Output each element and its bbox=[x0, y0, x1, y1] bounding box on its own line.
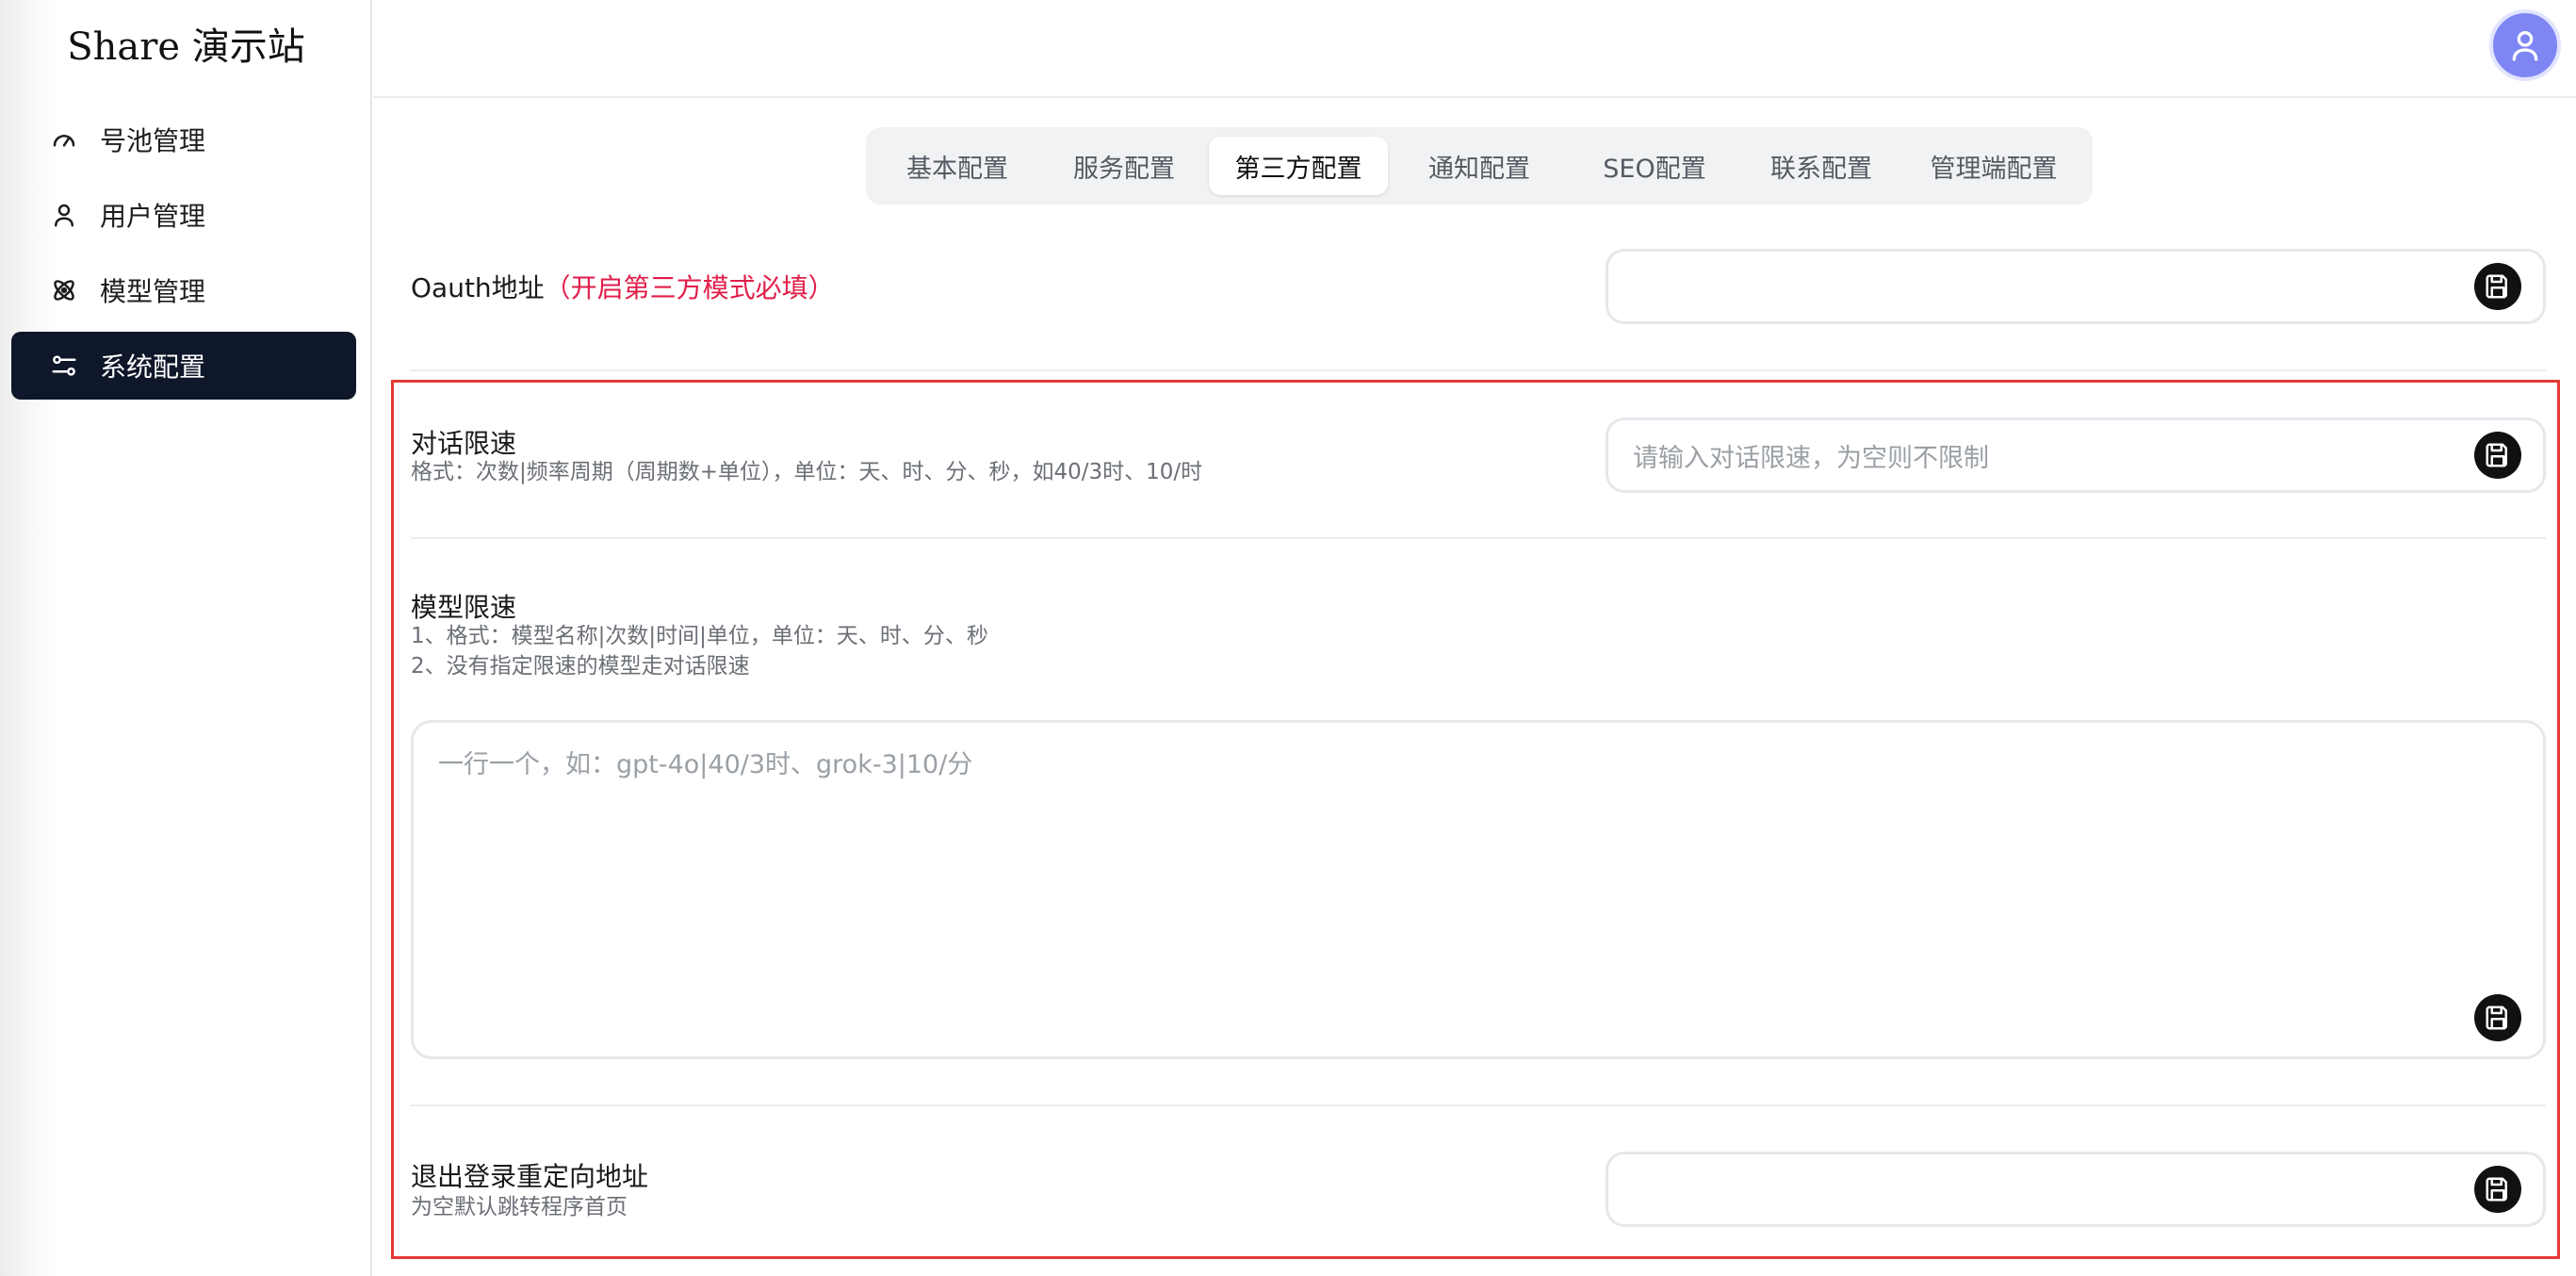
save-icon bbox=[2486, 1006, 2507, 1030]
avatar[interactable] bbox=[2489, 9, 2561, 81]
model-limit-placeholder: 一行一个，如：gpt-4o|40/3时、grok-3|10/分 bbox=[438, 750, 973, 779]
chat-limit-input[interactable]: 请输入对话限速，为空则不限制 bbox=[1606, 417, 2546, 493]
save-icon bbox=[2486, 443, 2507, 467]
logout-redirect-label: 退出登录重定向地址 bbox=[411, 1161, 649, 1192]
chat-limit-placeholder: 请输入对话限速，为空则不限制 bbox=[1633, 443, 1989, 473]
tab-basic[interactable]: 基本配置 bbox=[875, 137, 1039, 195]
model-limit-label: 模型限速 bbox=[411, 592, 517, 623]
chat-limit-save-button[interactable] bbox=[2474, 432, 2521, 479]
sidebar-item-label: 号池管理 bbox=[100, 125, 206, 156]
config-tabs: 基本配置 服务配置 第三方配置 通知配置 SEO配置 联系配置 管理端配置 bbox=[866, 127, 2093, 204]
tab-service[interactable]: 服务配置 bbox=[1039, 137, 1209, 195]
tab-notification[interactable]: 通知配置 bbox=[1388, 137, 1571, 195]
user-avatar-icon bbox=[2512, 31, 2538, 61]
model-limit-description-2: 2、没有指定限速的模型走对话限速 bbox=[411, 654, 750, 679]
divider bbox=[411, 369, 2546, 371]
sidebar: Share 演示站 号池管理 用户管理 模型管理 系统配置 bbox=[0, 0, 372, 1276]
user-icon bbox=[49, 200, 79, 230]
gauge-icon bbox=[49, 124, 79, 155]
save-icon bbox=[2486, 274, 2507, 299]
logout-redirect-save-button[interactable] bbox=[2474, 1166, 2521, 1213]
sidebar-item-models[interactable]: 模型管理 bbox=[11, 256, 356, 324]
model-limit-textarea[interactable]: 一行一个，如：gpt-4o|40/3时、grok-3|10/分 bbox=[411, 720, 2546, 1059]
sidebar-item-pool[interactable]: 号池管理 bbox=[11, 106, 356, 173]
sliders-icon bbox=[49, 351, 79, 381]
sidebar-item-users[interactable]: 用户管理 bbox=[11, 181, 356, 249]
tab-third-party[interactable]: 第三方配置 bbox=[1209, 137, 1388, 195]
tab-admin[interactable]: 管理端配置 bbox=[1904, 137, 2083, 195]
save-icon bbox=[2486, 1177, 2507, 1202]
brand-title: Share 演示站 bbox=[67, 25, 305, 69]
model-atom-icon bbox=[49, 275, 79, 305]
oauth-input[interactable] bbox=[1606, 249, 2546, 324]
sidebar-item-label: 用户管理 bbox=[100, 201, 206, 232]
logout-redirect-description: 为空默认跳转程序首页 bbox=[411, 1195, 628, 1219]
sidebar-item-label: 系统配置 bbox=[100, 352, 206, 383]
oauth-label-text: Oauth地址 bbox=[411, 272, 545, 303]
tab-contact[interactable]: 联系配置 bbox=[1738, 137, 1904, 195]
logout-redirect-input[interactable] bbox=[1606, 1152, 2546, 1227]
oauth-label: Oauth地址（开启第三方模式必填） bbox=[411, 268, 835, 305]
divider bbox=[411, 1104, 2546, 1106]
top-header bbox=[373, 0, 2576, 98]
model-limit-description-1: 1、格式：模型名称|次数|时间|单位，单位：天、时、分、秒 bbox=[411, 624, 988, 648]
sidebar-item-system-config[interactable]: 系统配置 bbox=[11, 332, 356, 400]
model-limit-save-button[interactable] bbox=[2474, 994, 2521, 1041]
chat-limit-description: 格式：次数|频率周期（周期数+单位），单位：天、时、分、秒，如40/3时、10/… bbox=[411, 460, 1203, 484]
app-root: Share 演示站 号池管理 用户管理 模型管理 系统配置 基本配置 服务配置 … bbox=[0, 0, 2576, 1276]
divider bbox=[411, 537, 2546, 539]
sidebar-item-label: 模型管理 bbox=[100, 276, 206, 307]
chat-limit-label: 对话限速 bbox=[411, 428, 517, 459]
oauth-required-note: （开启第三方模式必填） bbox=[544, 272, 835, 303]
tab-seo[interactable]: SEO配置 bbox=[1571, 137, 1738, 195]
oauth-save-button[interactable] bbox=[2474, 263, 2521, 310]
